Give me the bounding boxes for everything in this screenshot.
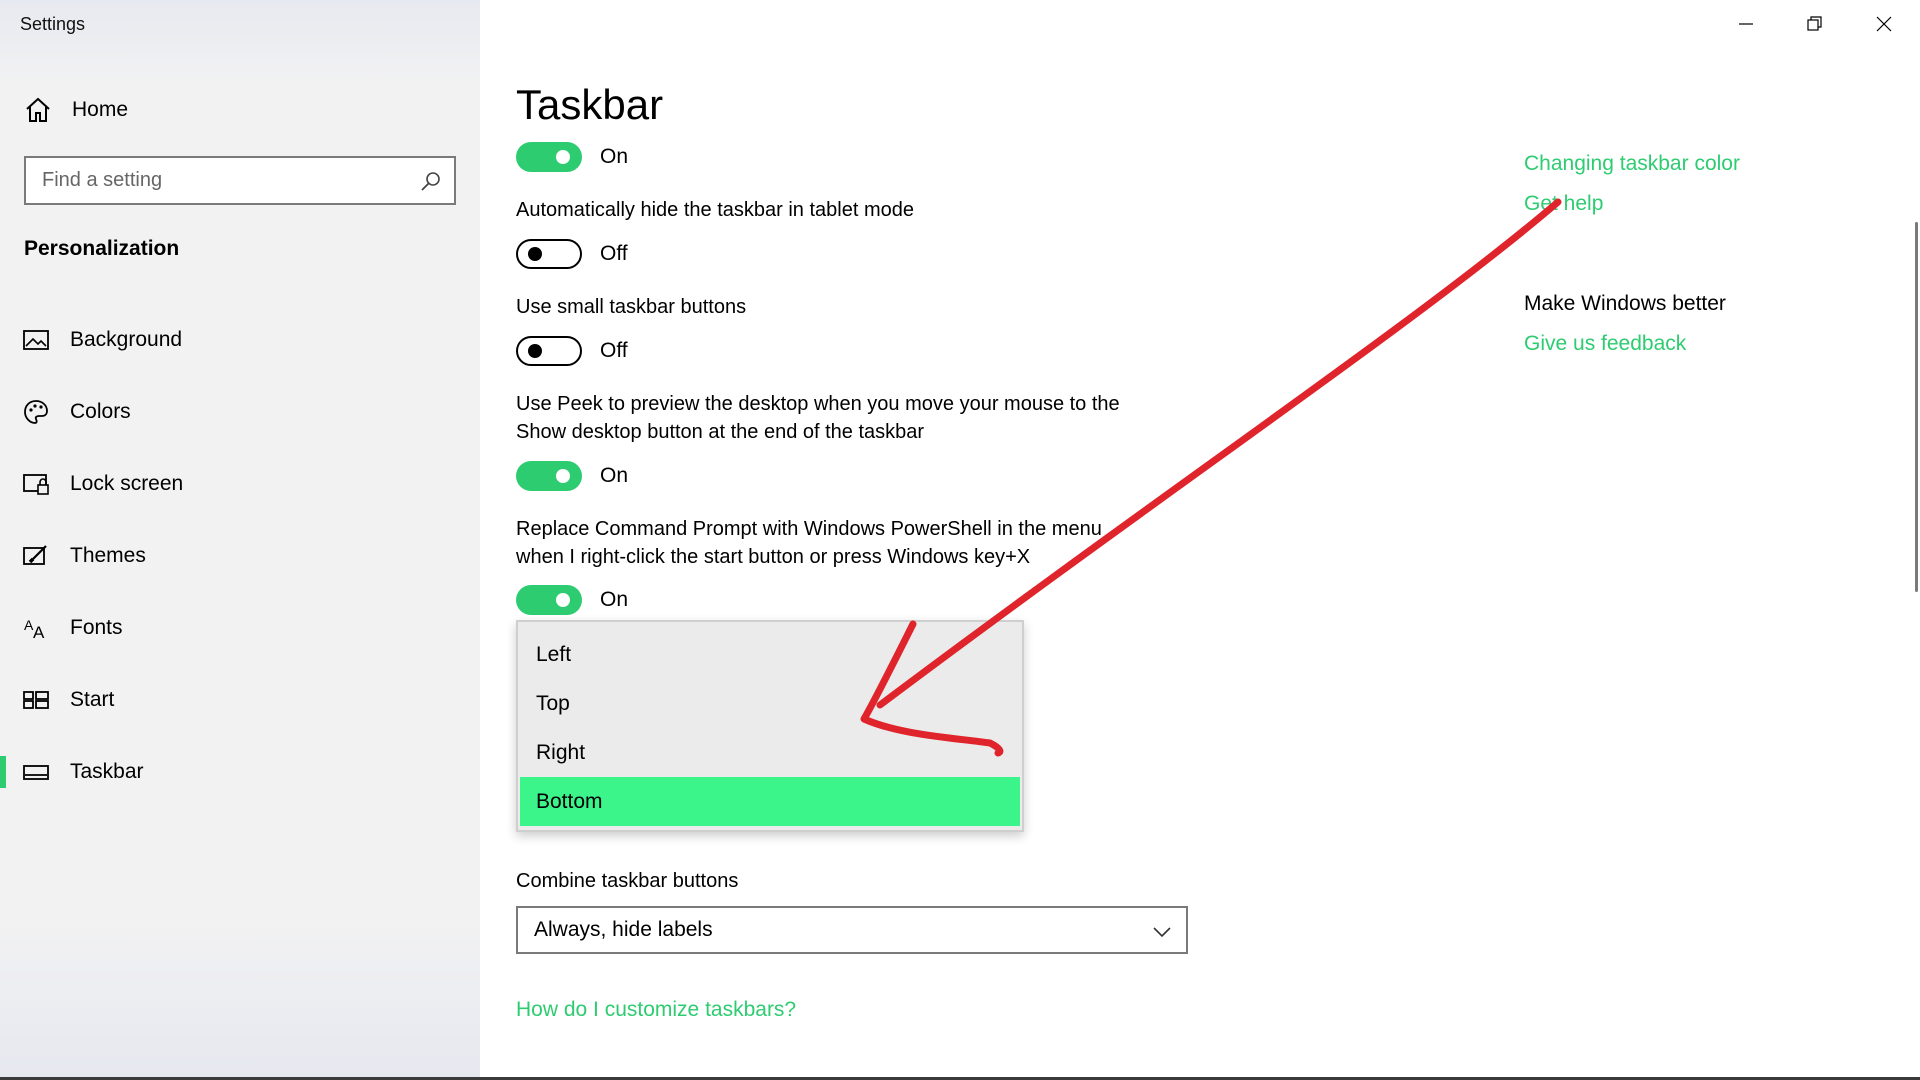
sidebar: Settings Home Personalization Background <box>0 0 480 1080</box>
search-input[interactable] <box>26 158 454 203</box>
lock-screen-icon <box>23 474 49 495</box>
setting-label: Automatically hide the taskbar in tablet… <box>516 199 914 221</box>
window-title: Settings <box>20 14 86 34</box>
sidebar-item-themes[interactable]: Themes <box>0 530 480 582</box>
dropdown-option-left[interactable]: Left <box>518 630 1022 679</box>
section-heading: Personalization <box>24 237 180 260</box>
setting-label: Show desktop button at the end of the ta… <box>516 421 925 443</box>
sidebar-item-label: Background <box>70 328 183 351</box>
toggle-state: On <box>600 464 629 487</box>
give-feedback-link[interactable]: Give us feedback <box>1524 332 1686 356</box>
taskbar-location-dropdown-list: Left Top Right Bottom <box>516 620 1024 832</box>
toggle-state: On <box>600 588 629 611</box>
toggle-state: Off <box>600 339 628 362</box>
home-icon <box>26 97 50 122</box>
background-picture-icon <box>23 330 49 350</box>
close-button[interactable] <box>1850 0 1918 48</box>
sidebar-item-label: Colors <box>70 400 131 423</box>
setting-toggle-row: On <box>516 142 628 172</box>
toggle-switch[interactable] <box>516 336 582 366</box>
home-label: Home <box>72 98 129 121</box>
toggle-state: On <box>600 145 629 168</box>
toggle-knob <box>528 247 542 261</box>
sidebar-item-start[interactable]: Start <box>0 674 480 726</box>
toggle-knob <box>556 150 570 164</box>
toggle-knob <box>556 593 570 607</box>
sidebar-item-label: Lock screen <box>70 472 184 495</box>
select-value: Always, hide labels <box>534 918 713 941</box>
setting-toggle-row: Off <box>516 336 628 366</box>
palette-icon <box>24 400 48 424</box>
sidebar-item-label: Start <box>70 688 115 711</box>
restore-icon <box>1807 16 1822 31</box>
dropdown-option-top[interactable]: Top <box>518 679 1022 728</box>
page-title: Taskbar <box>516 81 664 128</box>
sidebar-item-colors[interactable]: Colors <box>0 386 480 438</box>
combine-buttons-select[interactable]: Always, hide labels <box>516 906 1188 954</box>
search-box[interactable] <box>24 156 456 205</box>
fonts-icon: A A <box>24 617 45 642</box>
minimize-button[interactable] <box>1712 0 1780 48</box>
changing-taskbar-color-link[interactable]: Changing taskbar color <box>1524 152 1740 176</box>
setting-label: Use Peek to preview the desktop when you… <box>516 393 1120 415</box>
toggle-switch[interactable] <box>516 142 582 172</box>
minimize-icon <box>1739 23 1753 25</box>
setting-label: Use small taskbar buttons <box>516 296 747 318</box>
search-icon[interactable] <box>420 170 442 192</box>
themes-brush-icon <box>23 545 47 565</box>
setting-toggle-row: On <box>516 461 628 491</box>
toggle-switch[interactable] <box>516 585 582 615</box>
sidebar-item-label: Fonts <box>70 616 123 639</box>
sidebar-item-background[interactable]: Background <box>0 314 480 366</box>
setting-toggle-row: Off <box>516 239 628 269</box>
toggle-knob <box>528 344 542 358</box>
toggle-switch[interactable] <box>516 461 582 491</box>
combine-buttons-label: Combine taskbar buttons <box>516 870 739 892</box>
dropdown-option-right[interactable]: Right <box>518 728 1022 777</box>
close-icon <box>1876 16 1892 32</box>
setting-toggle-row: On <box>516 585 628 615</box>
restore-button[interactable] <box>1780 0 1848 48</box>
sidebar-item-taskbar[interactable]: Taskbar <box>0 746 480 798</box>
scrollbar[interactable] <box>1915 222 1918 592</box>
setting-label: Replace Command Prompt with Windows Powe… <box>516 518 1102 540</box>
home-button[interactable]: Home <box>24 92 128 128</box>
start-grid-icon <box>23 691 49 709</box>
toggle-knob <box>556 469 570 483</box>
get-help-link[interactable]: Get help <box>1524 192 1603 216</box>
sidebar-item-fonts[interactable]: A A Fonts <box>0 602 480 654</box>
settings-window: Settings Home Personalization Background <box>0 0 1920 1080</box>
selection-indicator <box>0 756 6 788</box>
svg-text:A: A <box>33 623 45 642</box>
sidebar-item-label: Themes <box>70 544 146 567</box>
dropdown-option-bottom[interactable]: Bottom <box>520 777 1020 826</box>
toggle-state: Off <box>600 242 628 265</box>
sidebar-item-lock-screen[interactable]: Lock screen <box>0 458 480 510</box>
customize-taskbars-help-link[interactable]: How do I customize taskbars? <box>516 998 796 1022</box>
taskbar-icon <box>23 765 49 780</box>
toggle-switch[interactable] <box>516 239 582 269</box>
make-windows-better-heading: Make Windows better <box>1524 292 1726 315</box>
sidebar-item-label: Taskbar <box>70 760 144 783</box>
setting-label: when I right-click the start button or p… <box>516 546 1031 568</box>
chevron-down-icon <box>1153 927 1171 938</box>
